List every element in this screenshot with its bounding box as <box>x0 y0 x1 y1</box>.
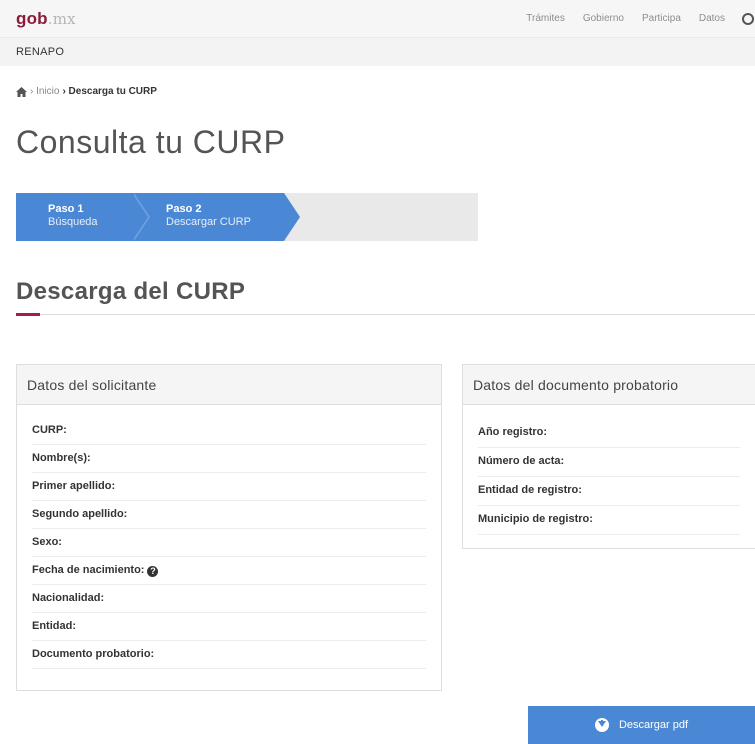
documento-panel-title: Datos del documento probatorio <box>463 365 755 405</box>
field-row-primer-apellido: Primer apellido: <box>32 473 426 501</box>
question-circle-icon[interactable]: ? <box>147 566 159 577</box>
step-2-subtitle: Descargar CURP <box>166 216 251 228</box>
field-label: Nacionalidad: <box>32 592 105 604</box>
top-navbar: gob.mx Trámites Gobierno Participa Datos <box>0 0 755 38</box>
step-1: Paso 1 Búsqueda <box>16 193 134 241</box>
field-row-nombre: Nombre(s): <box>32 445 426 473</box>
steps-progress: Paso 1 Búsqueda Paso 2 Descargar CURP <box>16 193 478 241</box>
search-icon[interactable] <box>739 13 755 29</box>
field-row-entidad-registro: Entidad de registro: <box>478 477 740 506</box>
field-label: Sexo: <box>32 536 62 548</box>
nav-link-datos[interactable]: Datos <box>699 13 725 29</box>
documento-panel: Datos del documento probatorio Año regis… <box>462 364 755 549</box>
field-label: Municipio de registro: <box>478 513 593 525</box>
field-label: Segundo apellido: <box>32 508 128 520</box>
field-label: Entidad: <box>32 620 76 632</box>
page-title: Consulta tu CURP <box>16 124 286 160</box>
gob-mx-logo[interactable]: gob.mx <box>16 9 76 29</box>
logo-main-text: gob <box>16 9 48 28</box>
sub-header: RENAPO <box>0 38 755 66</box>
field-row-ano-registro: Año registro: <box>478 419 740 448</box>
renapo-label[interactable]: RENAPO <box>16 46 64 58</box>
documento-panel-body: Año registro: Número de acta: Entidad de… <box>463 405 755 535</box>
nav-link-gobierno[interactable]: Gobierno <box>583 13 624 29</box>
step-2-arrow <box>284 193 300 241</box>
logo-suffix-text: .mx <box>47 10 76 28</box>
field-label: Nombre(s): <box>32 452 91 464</box>
nav-link-participa[interactable]: Participa <box>642 13 681 29</box>
nav-link-tramites[interactable]: Trámites <box>526 13 565 29</box>
solicitante-panel-body: CURP: Nombre(s): Primer apellido: Segund… <box>17 405 441 669</box>
step-2-title: Paso 2 <box>166 203 202 215</box>
field-row-curp: CURP: <box>32 417 426 445</box>
field-row-entidad: Entidad: <box>32 613 426 641</box>
breadcrumb-inicio[interactable]: › Inicio <box>30 86 59 97</box>
breadcrumb: › Inicio › Descarga tu CURP <box>16 86 157 97</box>
field-row-segundo-apellido: Segundo apellido: <box>32 501 426 529</box>
field-row-numero-acta: Número de acta: <box>478 448 740 477</box>
field-label: Fecha de nacimiento: <box>32 564 145 576</box>
field-row-fecha-nacimiento: Fecha de nacimiento:? <box>32 557 426 585</box>
solicitante-panel-title: Datos del solicitante <box>17 365 441 405</box>
field-label: Primer apellido: <box>32 480 116 492</box>
step-1-title: Paso 1 <box>48 203 84 215</box>
download-pdf-button[interactable]: Descargar pdf <box>528 706 755 744</box>
step-1-subtitle: Búsqueda <box>48 216 98 228</box>
field-row-municipio-registro: Municipio de registro: <box>478 506 740 535</box>
field-row-sexo: Sexo: <box>32 529 426 557</box>
home-icon[interactable] <box>16 86 27 97</box>
section-divider <box>16 314 755 315</box>
field-row-nacionalidad: Nacionalidad: <box>32 585 426 613</box>
field-label: Entidad de registro: <box>478 484 582 496</box>
solicitante-panel: Datos del solicitante CURP: Nombre(s): P… <box>16 364 442 691</box>
step-2: Paso 2 Descargar CURP <box>134 193 284 241</box>
field-label: Número de acta: <box>478 455 565 467</box>
section-title: Descarga del CURP <box>16 278 246 305</box>
step-separator-inner <box>132 193 148 241</box>
download-pdf-label: Descargar pdf <box>618 719 689 731</box>
field-label: Documento probatorio: <box>32 648 155 660</box>
section-accent-bar <box>16 313 40 316</box>
breadcrumb-current: › Descarga tu CURP <box>62 86 157 97</box>
top-nav-links: Trámites Gobierno Participa Datos <box>508 13 755 29</box>
field-label: Año registro: <box>478 426 548 438</box>
field-label: CURP: <box>32 424 67 436</box>
download-circle-icon <box>594 718 609 732</box>
field-row-documento-probatorio: Documento probatorio: <box>32 641 426 669</box>
